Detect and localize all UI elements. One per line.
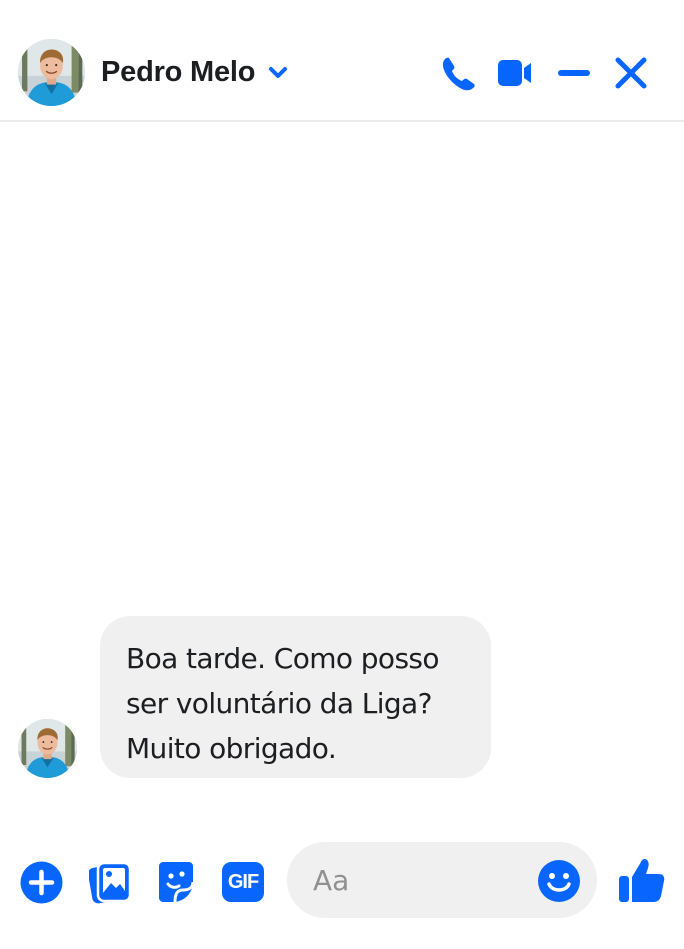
gif-icon[interactable]: GIF xyxy=(222,862,264,902)
message-line: Muito obrigado. xyxy=(126,732,337,765)
message-bubble[interactable]: Boa tarde. Como posso ser voluntário da … xyxy=(100,616,491,778)
sticker-icon[interactable] xyxy=(155,860,197,904)
video-camera-icon[interactable] xyxy=(497,58,533,88)
contact-name-button[interactable]: Pedro Melo xyxy=(101,56,289,89)
plus-circle-icon[interactable] xyxy=(20,861,63,904)
emoji-icon[interactable] xyxy=(537,859,581,903)
thumbs-up-icon[interactable] xyxy=(618,857,666,903)
message-sender-avatar[interactable] xyxy=(18,719,77,778)
message-input[interactable] xyxy=(313,842,533,918)
message-line: ser voluntário da Liga? xyxy=(126,687,432,720)
minimize-icon[interactable] xyxy=(557,68,591,78)
message-line: Boa tarde. Como posso xyxy=(126,642,440,675)
contact-avatar[interactable] xyxy=(18,39,85,106)
photo-gallery-icon[interactable] xyxy=(89,861,131,905)
chevron-down-icon xyxy=(269,66,288,78)
gif-label: GIF xyxy=(227,870,259,893)
chat-header: Pedro Melo xyxy=(0,0,684,122)
phone-icon[interactable] xyxy=(440,56,476,92)
message-input-container[interactable] xyxy=(287,842,597,918)
close-icon[interactable] xyxy=(614,56,648,90)
contact-name: Pedro Melo xyxy=(101,56,256,88)
